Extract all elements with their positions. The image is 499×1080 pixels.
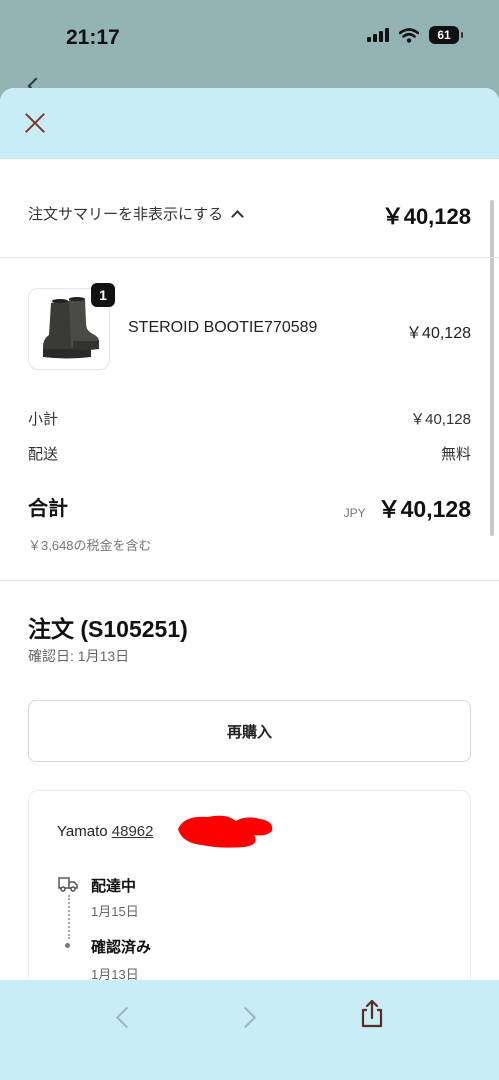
product-thumbnail: 1 — [28, 283, 115, 370]
forward-icon[interactable] — [233, 1002, 263, 1032]
order-title: 注文 (S105251) — [28, 616, 188, 642]
order-confirmed-date: 確認日: 1月13日 — [28, 648, 130, 664]
back-icon[interactable] — [110, 1002, 140, 1032]
tracking-card: Yamato 48962 配達中 1月15日 確認済み 1月13日 — [28, 790, 471, 980]
timeline-step-date: 1月15日 — [91, 904, 139, 919]
redaction-scribble — [178, 815, 273, 848]
quantity-badge: 1 — [91, 283, 115, 307]
chevron-up-icon[interactable] — [231, 209, 245, 223]
battery-icon: 61 — [429, 26, 463, 44]
summary-total: ￥40,128 — [381, 204, 471, 229]
timeline-step-title: 確認済み — [91, 939, 152, 956]
total-row: 合計 JPY ￥40,128 — [28, 492, 471, 522]
timeline-connector — [68, 895, 70, 939]
shipping-value: 無料 — [440, 446, 471, 463]
subtotal-label: 小計 — [28, 411, 59, 428]
product-price: ￥40,128 — [406, 325, 471, 342]
carrier-line: Yamato 48962 — [57, 823, 153, 840]
section-divider — [0, 580, 499, 581]
currency-code: JPY — [343, 506, 366, 520]
subtotal-row: 小計 ￥40,128 — [28, 408, 471, 429]
shipping-row: 配送 無料 — [28, 443, 471, 464]
timeline-dot — [65, 943, 70, 948]
total-value: ￥40,128 — [377, 496, 471, 522]
carrier-name: Yamato — [57, 823, 108, 840]
status-bar: 21:17 61 — [0, 0, 499, 95]
summary-toggle-label-wrap[interactable]: 注文サマリーを非表示にする — [28, 203, 245, 224]
timeline-step-date: 1月13日 — [91, 967, 139, 980]
browser-toolbar — [0, 980, 499, 1080]
close-icon[interactable] — [22, 110, 48, 136]
reorder-button[interactable]: 再購入 — [28, 700, 471, 762]
status-icons: 61 — [367, 26, 463, 44]
total-label: 合計 — [28, 498, 68, 520]
summary-toggle-label[interactable]: 注文サマリーを非表示にする — [28, 203, 223, 224]
sheet-header — [0, 88, 499, 159]
tax-note: ￥3,648の税金を含む — [28, 538, 152, 553]
line-item: 1 STEROID BOOTIE770589 ￥40,128 — [0, 283, 499, 373]
order-status-sheet: 注文サマリーを非表示にする ￥40,128 1 STEROID BOOTIE77… — [0, 88, 499, 980]
wifi-icon — [399, 27, 419, 43]
tracking-number-link[interactable]: 48962 — [112, 823, 154, 840]
shipping-label: 配送 — [28, 446, 59, 463]
timeline-step-title: 配達中 — [91, 878, 137, 895]
share-icon[interactable] — [358, 998, 386, 1030]
signal-icon — [367, 28, 389, 42]
subtotal-value: ￥40,128 — [410, 411, 471, 428]
clock: 21:17 — [66, 26, 120, 49]
delivery-truck-icon — [58, 877, 78, 892]
order-summary-toggle[interactable]: 注文サマリーを非表示にする ￥40,128 — [0, 158, 499, 258]
product-name: STEROID BOOTIE770589 — [128, 319, 318, 336]
